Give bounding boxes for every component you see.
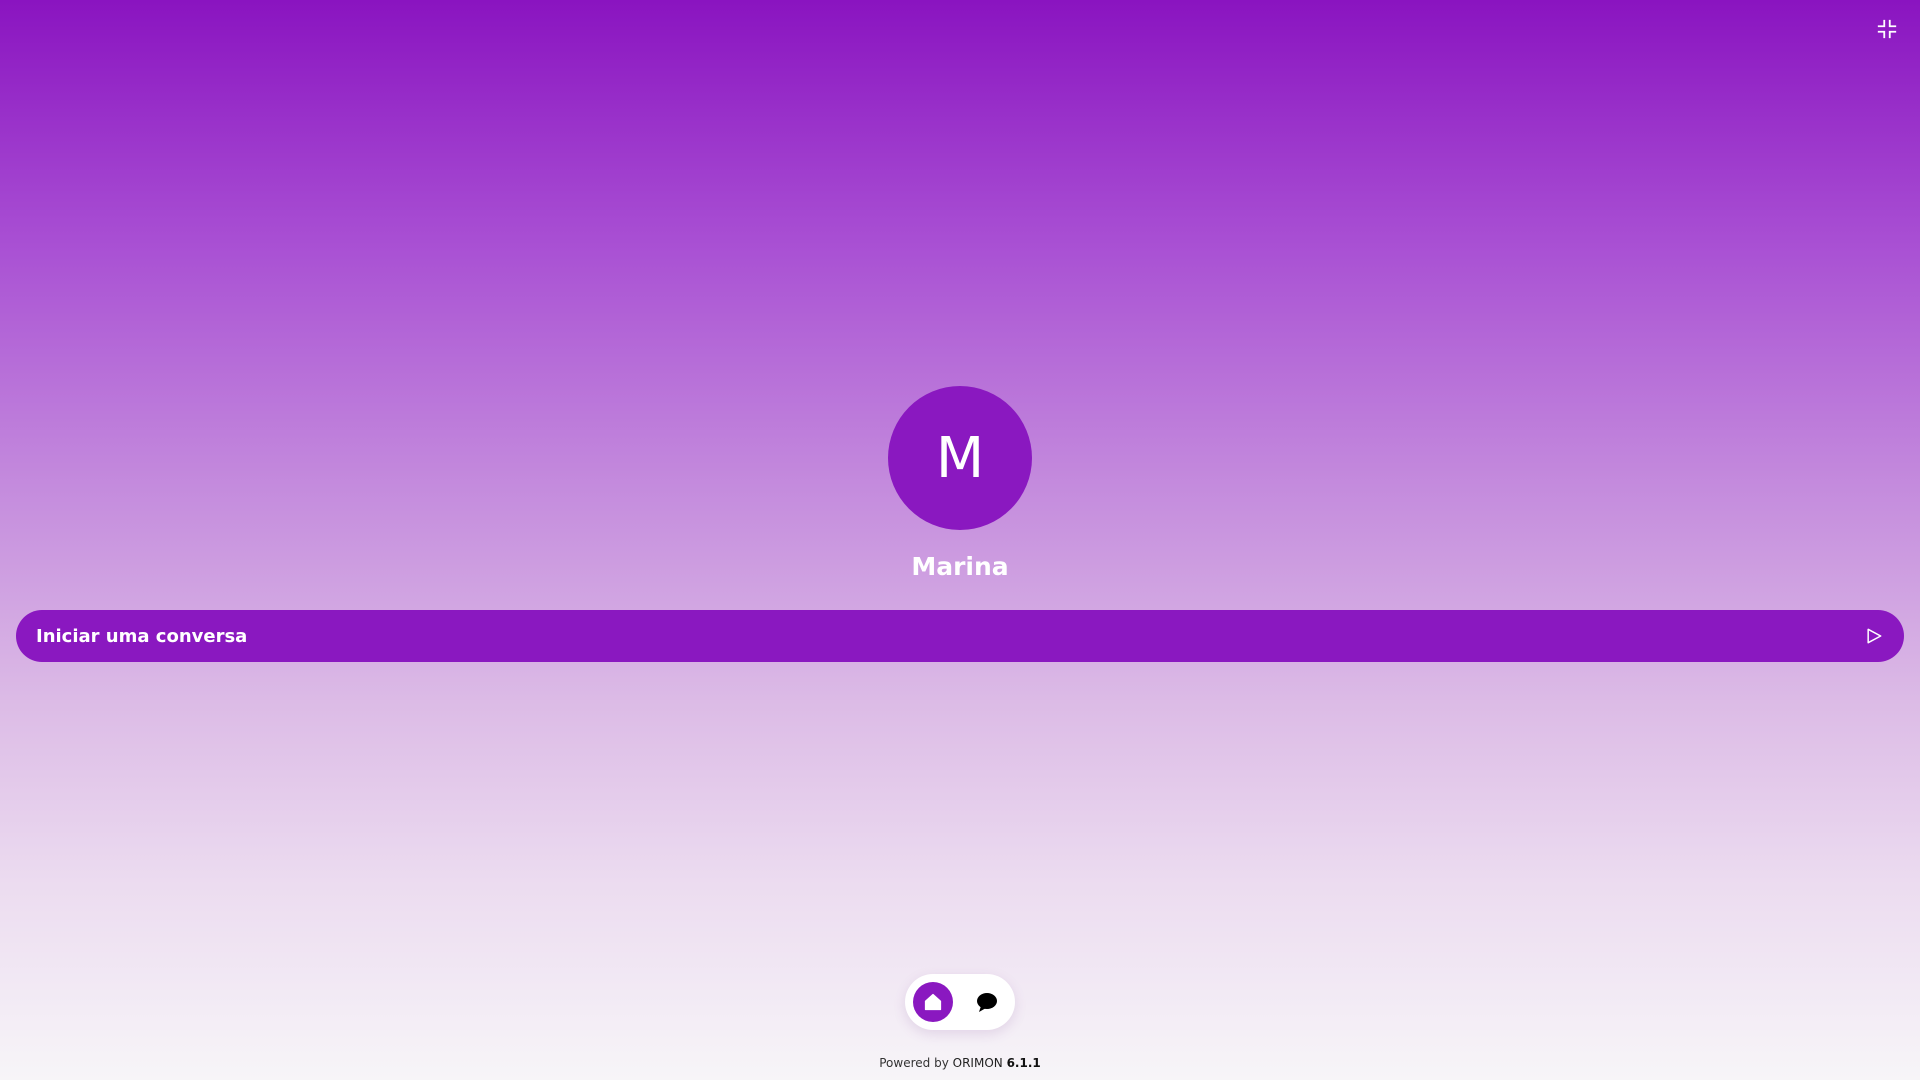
powered-by-text: Powered by — [879, 1056, 949, 1070]
start-conversation-label: Iniciar uma conversa — [36, 625, 248, 647]
chat-bubble-icon — [977, 993, 997, 1012]
version-text: 6.1.1 — [1006, 1056, 1041, 1070]
avatar-initial: M — [935, 425, 985, 491]
agent-name: Marina — [911, 552, 1009, 581]
start-conversation-button[interactable]: Iniciar uma conversa — [16, 610, 1904, 662]
collapse-button[interactable] — [1876, 18, 1898, 40]
nav-chat-button[interactable] — [967, 982, 1007, 1022]
collapse-icon — [1877, 19, 1897, 39]
avatar: M — [888, 386, 1032, 530]
brand-link[interactable]: ORIMON — [953, 1056, 1003, 1070]
footer: Powered by ORIMON 6.1.1 — [0, 1056, 1920, 1070]
home-icon — [924, 993, 942, 1011]
nav-home-button[interactable] — [913, 982, 953, 1022]
send-icon[interactable] — [1864, 626, 1884, 646]
bottom-nav — [905, 974, 1015, 1030]
